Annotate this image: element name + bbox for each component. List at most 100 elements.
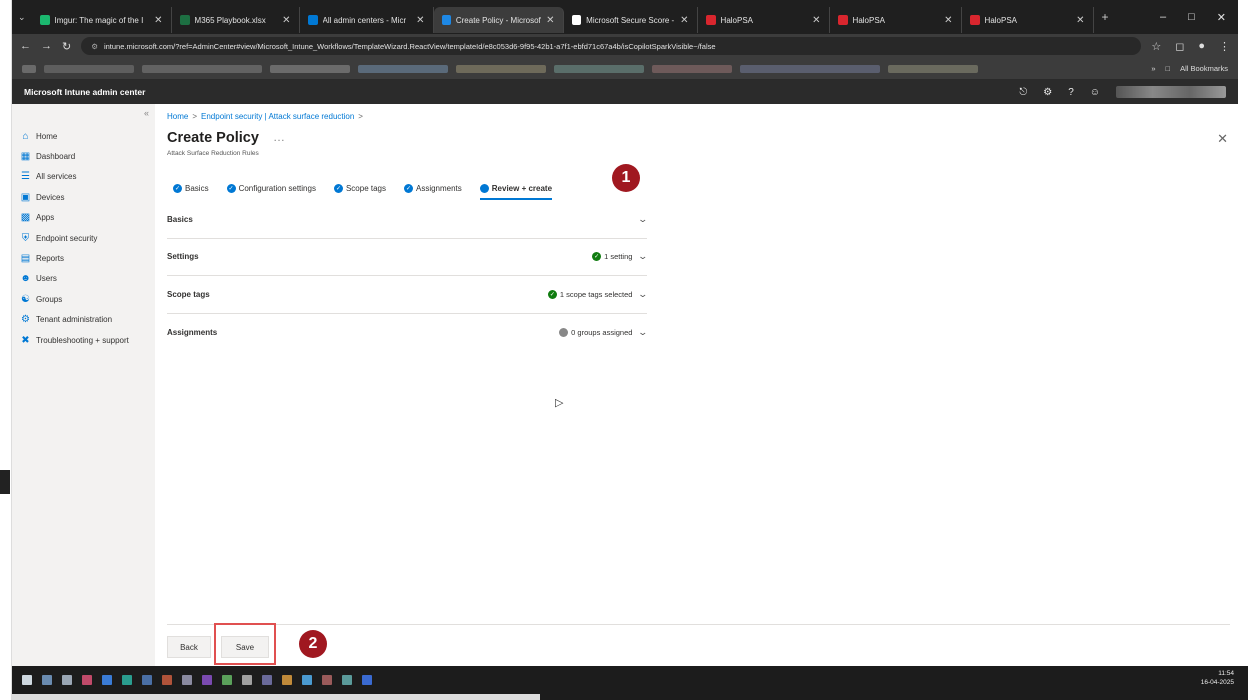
bookmark-blurred[interactable] <box>270 64 350 73</box>
sidebar-item-label: Home <box>36 131 58 141</box>
sidebar-item-devices[interactable]: ▣ Devices <box>12 187 155 207</box>
browser-tab[interactable]: M365 Playbook.xlsx ✕ <box>172 7 300 33</box>
wizard-step-configuration-settings[interactable]: ✓ Configuration settings <box>226 178 316 198</box>
tab-close-icon[interactable]: ✕ <box>282 15 290 26</box>
browser-tab[interactable]: Create Policy - Microsoft I ✕ <box>433 7 564 33</box>
taskbar-app-icon[interactable] <box>282 675 292 685</box>
taskbar-app-icon[interactable] <box>22 675 32 685</box>
tab-close-icon[interactable]: ✕ <box>944 15 952 26</box>
bookmark-blurred[interactable] <box>554 64 644 73</box>
site-info-icon[interactable]: ⚙ <box>91 42 98 51</box>
tab-close-icon[interactable]: ✕ <box>680 15 688 26</box>
section-scope-tags[interactable]: Scope tags ✓ 1 scope tags selected ⌄ <box>167 276 649 314</box>
minimize-icon[interactable]: – <box>1160 11 1166 24</box>
sidebar-item-dashboard[interactable]: ▦ Dashboard <box>12 146 155 166</box>
help-icon[interactable]: ? <box>1068 87 1074 98</box>
taskbar-app-icon[interactable] <box>302 675 312 685</box>
taskbar-app-icon[interactable] <box>162 675 172 685</box>
taskbar-app-icon[interactable] <box>202 675 212 685</box>
sidebar-item-groups[interactable]: ☯ Groups <box>12 289 155 309</box>
taskbar-app-icon[interactable] <box>342 675 352 685</box>
sidebar-item-reports[interactable]: ▤ Reports <box>12 248 155 268</box>
wizard-step-basics[interactable]: ✓ Basics <box>173 178 209 198</box>
back-arrow-icon[interactable]: ← <box>20 40 31 52</box>
tab-close-icon[interactable]: ✕ <box>812 15 820 26</box>
sidebar-item-home[interactable]: ⌂ Home <box>12 126 155 146</box>
back-button[interactable]: Back <box>167 636 211 658</box>
tab-close-icon[interactable]: ✕ <box>1076 15 1084 26</box>
wizard-step-assignments[interactable]: ✓ Assignments <box>403 178 462 198</box>
browser-tab[interactable]: All admin centers - Micr ✕ <box>300 7 434 33</box>
url-input[interactable]: ⚙ intune.microsoft.com/?ref=AdminCenter#… <box>81 37 1142 55</box>
chevron-down-icon[interactable]: ⌄ <box>638 327 649 338</box>
browser-tab[interactable]: Microsoft Secure Score - I ✕ <box>564 7 698 33</box>
all-bookmarks[interactable]: » □ All Bookmarks <box>1151 64 1228 73</box>
browser-tab[interactable]: HaloPSA ✕ <box>830 7 962 33</box>
taskbar-app-icon[interactable] <box>242 675 252 685</box>
profile-icon[interactable]: ● <box>1198 40 1205 53</box>
forward-arrow-icon[interactable]: → <box>41 40 52 52</box>
extensions-icon[interactable]: ◻ <box>1175 40 1184 53</box>
star-icon[interactable]: ☆ <box>1151 40 1161 53</box>
sidebar-item-endpoint-security[interactable]: ⛨ Endpoint security <box>12 228 155 248</box>
taskbar-app-icon[interactable] <box>182 675 192 685</box>
new-tab-button[interactable]: + <box>1102 10 1109 24</box>
home-icon: ⌂ <box>22 130 29 142</box>
taskbar-app-icon[interactable] <box>62 675 72 685</box>
bookmark-blurred[interactable] <box>22 64 36 73</box>
system-clock[interactable]: 11:54 16-04-2025 <box>1201 669 1234 687</box>
bookmark-blurred[interactable] <box>358 64 448 73</box>
menu-kebab-icon[interactable]: ⋮ <box>1219 40 1230 53</box>
close-window-icon[interactable]: ✕ <box>1217 11 1226 24</box>
reload-icon[interactable]: ↻ <box>62 40 71 53</box>
gear-icon[interactable]: ⚙ <box>1043 87 1052 98</box>
tab-close-icon[interactable]: ✕ <box>154 15 162 26</box>
app-title[interactable]: Microsoft Intune admin center <box>24 87 145 97</box>
wizard-step-review-create[interactable]: Review + create <box>479 178 553 200</box>
breadcrumb-home[interactable]: Home <box>167 112 188 121</box>
taskbar-app-icon[interactable] <box>122 675 132 685</box>
browser-tab[interactable]: HaloPSA ✕ <box>698 7 830 33</box>
chevron-down-icon[interactable]: ⌄ <box>638 251 649 262</box>
bookmark-blurred[interactable] <box>740 64 880 73</box>
taskbar-app-icon[interactable] <box>102 675 112 685</box>
browser-tab[interactable]: Imgur: The magic of the I ✕ <box>32 7 172 33</box>
chevron-down-icon[interactable]: ⌄ <box>638 289 649 300</box>
bookmark-blurred[interactable] <box>142 64 262 73</box>
success-check-icon: ✓ <box>592 252 602 262</box>
more-options-icon[interactable]: … <box>273 130 285 144</box>
taskbar-app-icon[interactable] <box>42 675 52 685</box>
sidebar-item-users[interactable]: ☻ Users <box>12 269 155 289</box>
nav-list: ⌂ Home ▦ Dashboard ☰ All services ▣ Devices ▩ App… <box>12 126 155 350</box>
taskbar-app-icon[interactable] <box>262 675 272 685</box>
section-assignments[interactable]: Assignments 0 groups assigned ⌄ <box>167 314 649 352</box>
section-settings[interactable]: Settings ✓ 1 setting ⌄ <box>167 239 649 277</box>
bookmark-blurred[interactable] <box>44 64 134 73</box>
breadcrumb-endpoint-security[interactable]: Endpoint security | Attack surface reduc… <box>201 112 354 121</box>
taskbar-app-icon[interactable] <box>222 675 232 685</box>
collapse-nav-icon[interactable]: « <box>144 108 149 118</box>
bell-icon[interactable]: ⎋ <box>1019 87 1027 98</box>
feedback-icon[interactable]: ☺ <box>1090 87 1100 98</box>
tab-search-icon[interactable]: ⌄ <box>18 12 26 23</box>
taskbar-app-icon[interactable] <box>142 675 152 685</box>
bookmark-blurred[interactable] <box>888 64 978 73</box>
sidebar-item-all-services[interactable]: ☰ All services <box>12 167 155 187</box>
taskbar-app-icon[interactable] <box>82 675 92 685</box>
sidebar-item-tenant-administration[interactable]: ⚙ Tenant administration <box>12 310 155 330</box>
tab-close-icon[interactable]: ✕ <box>546 15 554 26</box>
sidebar-item-apps[interactable]: ▩ Apps <box>12 208 155 228</box>
browser-tab[interactable]: HaloPSA ✕ <box>962 7 1094 33</box>
chevron-down-icon[interactable]: ⌄ <box>638 214 649 225</box>
tab-close-icon[interactable]: ✕ <box>416 15 424 26</box>
close-icon[interactable]: ✕ <box>1217 131 1228 147</box>
wizard-step-scope-tags[interactable]: ✓ Scope tags <box>333 178 386 198</box>
taskbar-app-icon[interactable] <box>322 675 332 685</box>
bookmark-blurred[interactable] <box>652 64 732 73</box>
user-account[interactable] <box>1116 86 1226 98</box>
taskbar-app-icon[interactable] <box>362 675 372 685</box>
maximize-icon[interactable]: □ <box>1188 11 1195 24</box>
bookmark-blurred[interactable] <box>456 64 546 73</box>
sidebar-item-troubleshooting-support[interactable]: ✖ Troubleshooting + support <box>12 330 155 350</box>
section-basics[interactable]: Basics ⌄ <box>167 201 649 239</box>
